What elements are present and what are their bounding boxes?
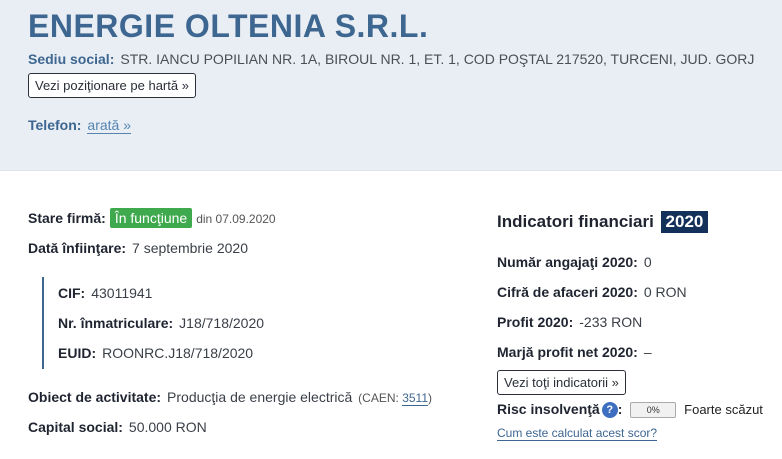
score-explanation-link[interactable]: Cum este calculat acest scor? <box>497 426 658 441</box>
status-since: din 07.09.2020 <box>196 212 276 226</box>
help-icon[interactable]: ? <box>601 402 618 419</box>
euid-row: EUID: ROONRC.J18/718/2020 <box>58 345 253 361</box>
caen-prefix: (CAEN: <box>358 391 399 405</box>
identifiers-divider <box>42 277 44 369</box>
activity-label: Obiect de activitate: <box>28 389 162 405</box>
status-badge: În funcţiune <box>109 208 193 228</box>
turnover-value: 0 RON <box>643 284 687 300</box>
registration-row: Nr. înmatriculare: J18/718/2020 <box>58 315 264 331</box>
employees-row: Număr angajaţi 2020: 0 <box>497 254 652 270</box>
margin-value: – <box>643 344 652 360</box>
founded-row: Dată înfiinţare: 7 septembrie 2020 <box>28 240 248 256</box>
phone-label: Telefon: <box>28 117 82 133</box>
employees-label: Număr angajaţi 2020: <box>497 254 638 270</box>
company-header: ENERGIE OLTENIA S.R.L. Sediu social: STR.… <box>0 0 782 171</box>
founded-label: Dată înfiinţare: <box>28 240 127 256</box>
profit-label: Profit 2020: <box>497 314 574 330</box>
margin-label: Marjă profit net 2020: <box>497 344 638 360</box>
margin-row: Marjă profit net 2020: – <box>497 344 652 360</box>
founded-value: 7 septembrie 2020 <box>132 240 248 256</box>
year-badge: 2020 <box>660 211 709 233</box>
financial-title-text: Indicatori financiari <box>497 212 654 231</box>
risk-level-text: Foarte scăzut <box>684 402 763 417</box>
profit-value: -233 RON <box>579 314 643 330</box>
company-name: ENERGIE OLTENIA S.R.L. <box>28 8 429 44</box>
profit-row: Profit 2020: -233 RON <box>497 314 642 330</box>
activity-value: Producţia de energie electrică <box>167 389 353 405</box>
caen-wrap: (CAEN: 3511) <box>358 391 432 406</box>
risk-colon: : <box>617 401 623 417</box>
cif-row: CIF: 43011941 <box>58 285 152 301</box>
status-row: Stare firmă: În funcţiune din 07.09.2020 <box>28 208 276 228</box>
registration-value: J18/718/2020 <box>179 315 265 331</box>
cif-label: CIF: <box>58 285 86 301</box>
risk-label: Risc insolvenţă <box>497 401 600 417</box>
show-phone-link[interactable]: arată » <box>87 117 131 134</box>
caen-code-link[interactable]: 3511 <box>402 391 428 406</box>
address-label: Sediu social: <box>28 51 115 67</box>
address-row: Sediu social: STR. IANCU POPILIAN NR. 1A,… <box>28 51 754 67</box>
status-label: Stare firmă: <box>28 210 106 226</box>
capital-value: 50.000 RON <box>128 419 207 435</box>
capital-row: Capital social: 50.000 RON <box>28 419 207 435</box>
euid-label: EUID: <box>58 345 97 361</box>
risk-percent: 0% <box>646 405 660 416</box>
financial-title: Indicatori financiari 2020 <box>497 211 709 233</box>
turnover-label: Cifră de afaceri 2020: <box>497 284 638 300</box>
view-map-button[interactable]: Vezi poziţionare pe hartă » <box>28 73 196 98</box>
employees-value: 0 <box>643 254 652 270</box>
activity-row: Obiect de activitate: Producţia de energi… <box>28 389 432 406</box>
address-value: STR. IANCU POPILIAN NR. 1A, BIROUL NR. 1… <box>120 51 755 67</box>
risk-row: Risc insolvenţă?: 0% Foarte scăzut <box>497 401 763 419</box>
caen-suffix: ) <box>428 391 432 405</box>
view-all-indicators-button[interactable]: Vezi toţi indicatorii » <box>497 370 626 395</box>
registration-label: Nr. înmatriculare: <box>58 315 174 331</box>
capital-label: Capital social: <box>28 419 123 435</box>
phone-row: Telefon: arată » <box>28 117 131 134</box>
risk-meter: 0% <box>630 402 677 419</box>
cif-value: 43011941 <box>91 285 153 301</box>
euid-value: ROONRC.J18/718/2020 <box>102 345 254 361</box>
turnover-row: Cifră de afaceri 2020: 0 RON <box>497 284 687 300</box>
